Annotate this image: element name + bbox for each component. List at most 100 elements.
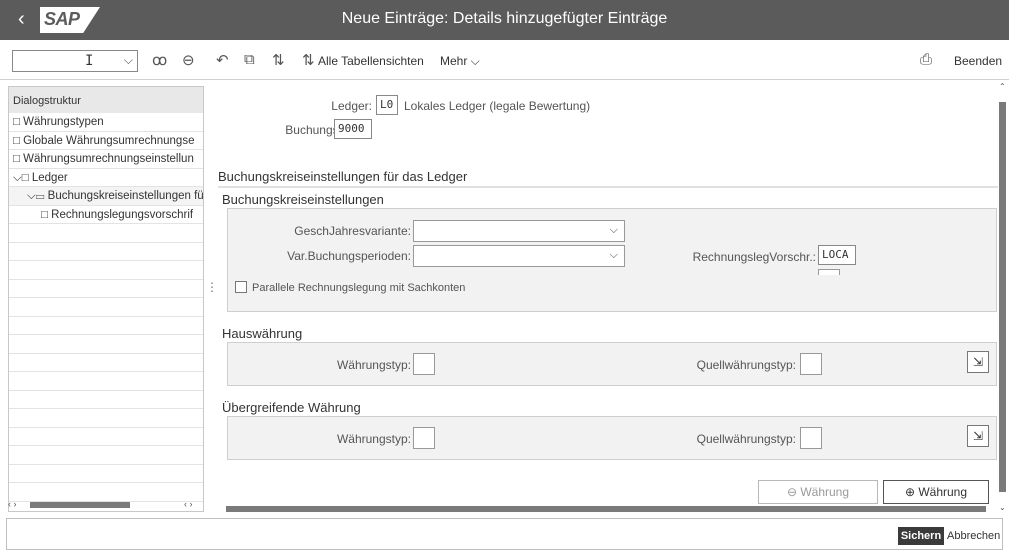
accounting-principle-field[interactable]: LOCA xyxy=(818,245,856,265)
text-cursor: I xyxy=(85,53,94,69)
copy-icon[interactable]: ⧉ xyxy=(244,51,255,68)
folder-icon: ⌵▭ xyxy=(27,190,48,202)
splitter-handle-icon[interactable]: ⋮ xyxy=(206,280,218,294)
tree-node-label: Ledger xyxy=(31,171,68,184)
scroll-right-icon[interactable]: ‹ › xyxy=(184,499,193,509)
empty-tree-row xyxy=(9,298,203,317)
empty-tree-row xyxy=(9,391,203,409)
scrollbar-thumb[interactable] xyxy=(999,102,1006,492)
empty-tree-row xyxy=(9,465,203,483)
title-bar: ‹ SAP Neue Einträge: Details hinzugefügt… xyxy=(0,0,1009,40)
tree-node-label: Währungstypen xyxy=(23,116,104,128)
footer-bar: Sichern Abbrechen xyxy=(6,518,1003,550)
tree-node-label: Buchungskreiseinstellungen fü xyxy=(47,190,203,202)
tree-node-label: Währungsumrechnungseinstellun xyxy=(23,153,194,165)
tree-node[interactable]: □ Rechnungslegungsvorschrif xyxy=(9,206,203,224)
tree-node[interactable]: □ Währungstypen xyxy=(9,113,203,132)
value-help-button[interactable]: ⇲ xyxy=(967,351,989,373)
more-menu-button[interactable]: Mehr ⌵ xyxy=(440,54,480,69)
empty-tree-row xyxy=(9,243,203,261)
undo-icon[interactable]: ↶ xyxy=(216,51,229,69)
tree-horizontal-scrollbar[interactable]: ‹ › ‹ › xyxy=(8,499,204,511)
local-currency-group: Währungstyp: Quellwährungstyp: ⇲ xyxy=(227,342,997,386)
glasses-icon[interactable]: ꝏ xyxy=(152,51,167,69)
currency-type-field[interactable] xyxy=(413,353,435,375)
fiscal-year-variant-dropdown[interactable]: ⌵ xyxy=(413,220,625,242)
source-currency-type-field[interactable] xyxy=(800,427,822,449)
section-title-company-code-settings: Buchungskreiseinstellungen für das Ledge… xyxy=(218,169,468,184)
command-field[interactable]: I ⌵ xyxy=(12,50,138,72)
dialog-structure-header: Dialogstruktur xyxy=(9,87,203,113)
scroll-left-icon[interactable]: ‹ › xyxy=(8,499,17,509)
empty-tree-row xyxy=(9,335,203,354)
remove-currency-button[interactable]: ⊖ Währung xyxy=(758,480,878,504)
empty-tree-row xyxy=(9,354,203,372)
application-toolbar: I ⌵ ꝏ ⊖ ↶ ⧉ ⇅ ⇅ Alle Tabellensichten Meh… xyxy=(0,40,1009,80)
minus-circle-icon[interactable]: ⊖ xyxy=(182,51,195,69)
company-code-settings-group: GeschJahresvariante: ⌵ Var.Buchungsperio… xyxy=(227,208,997,312)
currency-type-label: Währungstyp: xyxy=(336,358,411,372)
folder-icon: □ xyxy=(13,153,24,165)
save-button[interactable]: Sichern xyxy=(898,527,944,545)
scroll-down-icon[interactable]: ⌄ xyxy=(999,503,1006,512)
posting-period-variant-dropdown[interactable]: ⌵ xyxy=(413,245,625,267)
folder-icon: □ xyxy=(41,208,52,221)
posting-period-variant-label: Var.Buchungsperioden: xyxy=(287,249,411,263)
source-currency-type-label: Quellwährungstyp: xyxy=(696,358,796,372)
dialog-structure-panel: Dialogstruktur □ Währungstypen □ Globale … xyxy=(8,86,204,512)
add-currency-button[interactable]: ⊕ Währung xyxy=(883,480,989,504)
main-vertical-scrollbar[interactable]: ⌃ ⌄ xyxy=(999,82,1009,512)
partial-field xyxy=(818,269,840,275)
empty-tree-row xyxy=(9,372,203,391)
chevron-down-icon[interactable]: ⌵ xyxy=(124,53,133,68)
currency-type-field[interactable] xyxy=(413,427,435,449)
parallel-accounting-label: Parallele Rechnungslegung mit Sachkonten xyxy=(252,282,466,294)
folder-icon: ⌵□ xyxy=(13,171,32,184)
ledger-field: L0 xyxy=(376,95,398,115)
tree-node[interactable]: ⌵□ Ledger xyxy=(9,169,203,187)
ledger-label: Ledger: xyxy=(331,99,372,113)
scrollbar-thumb[interactable] xyxy=(30,502,130,508)
accounting-principle-label: RechnungslegVorschr.: xyxy=(692,250,816,264)
parallel-accounting-checkbox[interactable] xyxy=(235,281,247,293)
local-currency-title: Hauswährung xyxy=(222,326,303,341)
print-icon[interactable]: ⎙ xyxy=(920,51,932,68)
empty-tree-row xyxy=(9,261,203,280)
all-table-views-button[interactable]: Alle Tabellensichten xyxy=(318,54,424,68)
section-divider xyxy=(218,186,998,188)
chevron-down-icon: ⌵ xyxy=(609,249,618,261)
chevron-down-icon: ⌵ xyxy=(609,224,618,236)
tree-node-label: Rechnungslegungsvorschrif xyxy=(51,208,194,221)
currency-type-label: Währungstyp: xyxy=(336,432,411,446)
company-code-field[interactable]: 9000 xyxy=(334,119,372,139)
ledger-description: Lokales Ledger (legale Bewertung) xyxy=(404,99,591,113)
empty-tree-row xyxy=(9,409,203,428)
value-help-button[interactable]: ⇲ xyxy=(967,425,989,447)
exit-button[interactable]: Beenden xyxy=(954,54,1002,68)
cancel-button[interactable]: Abbrechen xyxy=(947,527,1000,545)
empty-tree-row xyxy=(9,446,203,465)
scrollbar-thumb[interactable] xyxy=(226,506,986,512)
empty-tree-row xyxy=(9,428,203,446)
table-views-icon[interactable]: ⇅ xyxy=(302,51,315,69)
transport-icon[interactable]: ⇅ xyxy=(272,51,285,69)
group-title-company-code-settings: Buchungskreiseinstellungen xyxy=(222,192,384,207)
source-currency-type-field[interactable] xyxy=(800,353,822,375)
empty-tree-row xyxy=(9,280,203,298)
fiscal-year-variant-label: GeschJahresvariante: xyxy=(294,224,411,238)
main-horizontal-scrollbar[interactable] xyxy=(218,504,998,514)
tree-node[interactable]: □ Währungsumrechnungseinstellun xyxy=(9,150,203,169)
global-currency-group: Währungstyp: Quellwährungstyp: ⇲ xyxy=(227,416,997,460)
scroll-up-icon[interactable]: ⌃ xyxy=(999,82,1006,91)
source-currency-type-label: Quellwährungstyp: xyxy=(696,432,796,446)
dialog-structure-tree: □ Währungstypen □ Globale Währungsumrechn… xyxy=(9,113,203,502)
tree-node[interactable]: □ Globale Währungsumrechnungse xyxy=(9,132,203,150)
tree-node[interactable]: ⌵▭ Buchungskreiseinstellungen fü xyxy=(9,187,203,206)
detail-area: Ledger: L0 Lokales Ledger (legale Bewert… xyxy=(218,86,998,506)
folder-icon: □ xyxy=(13,116,24,128)
empty-tree-row xyxy=(9,224,203,243)
page-title: Neue Einträge: Details hinzugefügter Ein… xyxy=(341,10,668,27)
empty-tree-row xyxy=(9,317,203,335)
global-currency-title: Übergreifende Währung xyxy=(222,400,361,415)
folder-icon: □ xyxy=(13,134,24,147)
